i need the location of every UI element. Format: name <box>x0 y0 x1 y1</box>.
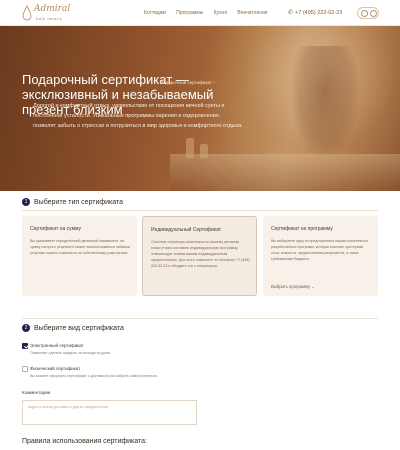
step1-number: 1 <box>22 198 30 206</box>
main-nav: Коттеджи Программы Кухня Впечатления <box>144 10 277 16</box>
card-title: Сертификат на программу <box>271 226 333 232</box>
step1-title: Выберите тип сертификата <box>34 198 124 206</box>
card-title: Индивидуальный Сертификат <box>151 227 222 233</box>
hero-banner: Подарочный сертификат — эксклюзивный и н… <box>0 26 400 191</box>
breadcrumb: Подарочный сертификат › <box>160 80 215 85</box>
electronic-checkbox[interactable] <box>22 343 28 349</box>
chevron-right-icon: › <box>213 80 215 85</box>
menu-icon[interactable] <box>370 10 377 17</box>
divider <box>22 210 378 211</box>
hero-person-image <box>292 46 358 156</box>
certificate-type-card-individual[interactable]: Индивидуальный Сертификат Опытные операт… <box>142 216 257 296</box>
card-text-body: Опытные операторы комплекса по вашему же… <box>151 240 240 262</box>
step1-heading: 1 Выберите тип сертификата <box>22 198 123 206</box>
hero-bottle-image <box>200 144 208 158</box>
rules-heading: Правила использования сертификата: <box>22 438 147 445</box>
step2-title: Выберите вид сертификата <box>34 324 124 332</box>
nav-item-impressions[interactable]: Впечатления <box>237 10 267 16</box>
choose-program-label: Выбрать программу <box>271 284 311 289</box>
certificate-type-card-program[interactable]: Сертификат на программу Вы выбираете одн… <box>263 216 378 296</box>
divider <box>22 318 378 319</box>
hero-bottle-image <box>186 138 194 158</box>
card-text: Опытные операторы комплекса по вашему же… <box>151 239 251 269</box>
breadcrumb-current: Подарочный сертификат <box>160 80 212 85</box>
nav-item-cottages[interactable]: Коттеджи <box>144 10 166 16</box>
option-title: Электронный сертификат <box>30 343 84 348</box>
phone-icon: ✆ <box>288 10 294 16</box>
step2-number: 2 <box>22 324 30 332</box>
chevron-down-icon: ⌄ <box>311 284 315 289</box>
phone-number: +7 (495) 222-02-23 <box>295 10 343 16</box>
nav-item-kitchen[interactable]: Кухня <box>214 10 227 16</box>
option-description: Позволяет сделать подарок, не выходя из … <box>30 351 111 355</box>
nav-item-programs[interactable]: Программы <box>176 10 203 16</box>
certificate-type-card-amount[interactable]: Сертификат на сумму Вы указываете опреде… <box>22 216 137 296</box>
option-description: Вы можете оформить сертификат с доставко… <box>30 374 158 378</box>
card-text: Вы выбираете одну из предложенных нашим … <box>271 239 368 261</box>
user-icon[interactable] <box>361 10 368 17</box>
hero-table-image <box>170 154 400 191</box>
card-text: Вы указываете определённый денежный экви… <box>30 239 130 255</box>
logo-subtitle: bath dmaris <box>36 16 63 21</box>
comment-textarea[interactable] <box>22 400 197 425</box>
logo[interactable]: Admiral bath dmaris <box>22 4 82 24</box>
choose-program-dropdown[interactable]: Выбрать программу ⌄ <box>271 284 315 289</box>
physical-checkbox[interactable] <box>22 366 28 372</box>
card-text-tail: и обсудите это с оператором. <box>168 264 218 268</box>
header-actions <box>357 7 379 19</box>
header-phone[interactable]: ✆ +7 (495) 222-02-23 <box>288 9 342 16</box>
logo-drop-icon <box>22 5 32 21</box>
logo-title: Admiral <box>34 4 71 14</box>
hero-description: Дорогой и комфортный отдых, удовольствие… <box>33 103 243 129</box>
card-title: Сертификат на сумму <box>30 226 82 232</box>
option-title: Физический сертификат <box>30 366 81 371</box>
step2-heading: 2 Выберите вид сертификата <box>22 324 124 332</box>
comment-label: Комментарии <box>22 390 51 395</box>
site-header: Admiral bath dmaris Коттеджи Программы К… <box>0 0 400 26</box>
